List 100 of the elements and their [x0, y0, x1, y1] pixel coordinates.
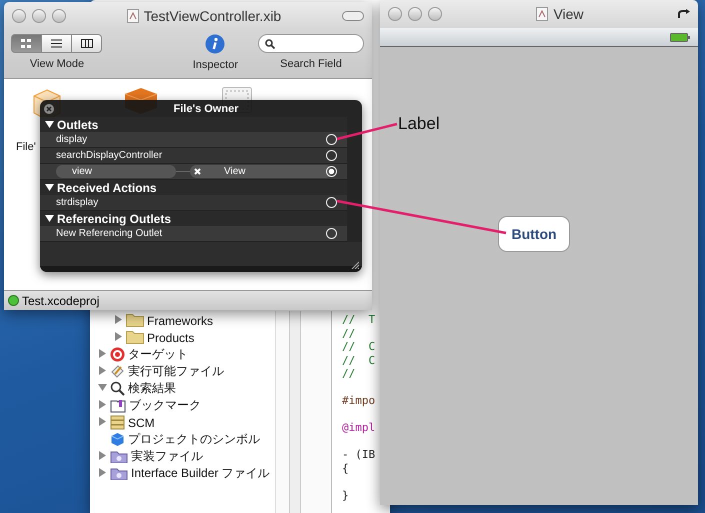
code-line: // T	[342, 313, 376, 326]
target-label: View	[224, 166, 246, 177]
battery-icon	[670, 32, 690, 42]
code-line: //	[342, 326, 356, 340]
columns-icon	[80, 39, 92, 48]
view-mode-button[interactable]	[71, 34, 102, 53]
document-icon	[536, 7, 548, 21]
tree-item[interactable]: ターゲット	[90, 346, 275, 363]
disclosure-triangle-icon	[45, 120, 54, 129]
disclosure-triangle-icon[interactable]	[114, 332, 123, 341]
label-text: Label	[398, 114, 440, 134]
scroll-bar[interactable]	[289, 311, 301, 513]
minimize-button[interactable]	[32, 9, 46, 23]
connection-line	[336, 122, 398, 140]
close-icon[interactable]	[44, 104, 54, 114]
disclosure-triangle-icon[interactable]	[98, 366, 107, 375]
connection-circle[interactable]	[326, 134, 337, 145]
gear-folder-icon	[110, 450, 128, 463]
rotate-arrow-icon[interactable]	[678, 9, 690, 19]
view-mode-button[interactable]	[41, 34, 72, 53]
status-text: Test.xcodeproj	[22, 294, 100, 308]
code-line: @impl	[342, 421, 376, 434]
window-title: View	[553, 6, 584, 22]
code-line: #impo	[342, 394, 376, 408]
toolbar-toggle-button[interactable]	[342, 11, 364, 21]
tree-item-label: SCM	[128, 416, 155, 430]
tree-item-label: プロジェクトのシンボル	[128, 431, 260, 448]
code-line: - (IB	[342, 448, 376, 462]
connection-circle[interactable]	[326, 228, 337, 239]
tree-item[interactable]: Frameworks	[90, 312, 275, 329]
section-header[interactable]: Received Actions	[40, 180, 347, 195]
database-icon	[110, 415, 125, 430]
disclosure-triangle-icon[interactable]	[98, 417, 107, 426]
disclosure-triangle-icon[interactable]	[98, 468, 107, 477]
tree-item[interactable]: ブックマーク	[90, 397, 275, 414]
tree-item[interactable]: Products	[90, 329, 275, 346]
cube-icon	[110, 432, 125, 447]
status-light-icon	[8, 295, 19, 306]
toolbar-label: Inspector	[192, 59, 238, 71]
toolbar-label: View Mode	[30, 58, 84, 70]
connection-circle[interactable]	[326, 166, 337, 177]
tree-item-label: ターゲット	[128, 346, 188, 363]
pencil-document-icon	[110, 364, 125, 379]
remove-icon[interactable]	[194, 168, 201, 175]
tree-item[interactable]: 実行可能ファイル	[90, 363, 275, 380]
connection-target[interactable]	[190, 165, 332, 178]
panel-title: File's Owner	[172, 102, 240, 114]
book-icon	[110, 398, 126, 412]
close-button[interactable]	[388, 7, 402, 21]
info-icon[interactable]	[205, 34, 226, 54]
gear-folder-icon	[110, 467, 128, 480]
window-title: TestViewController.xib	[144, 8, 282, 24]
outlet-name: searchDisplayController	[56, 150, 162, 161]
close-button[interactable]	[12, 9, 26, 23]
outlet-name: strdisplay	[56, 197, 98, 208]
disclosure-triangle-icon[interactable]	[98, 451, 107, 460]
zoom-button[interactable]	[52, 9, 66, 23]
icon-grid-icon	[21, 39, 32, 48]
tree-item[interactable]: 検索結果	[90, 380, 275, 397]
document-icon	[126, 9, 139, 23]
magnifier-icon	[110, 381, 125, 396]
folder-icon	[126, 314, 144, 327]
tree-item[interactable]: SCM	[90, 414, 275, 431]
tree-item[interactable]: プロジェクトのシンボル	[90, 431, 275, 448]
tree-item-label: 検索結果	[128, 380, 176, 397]
tree-item-label: 実装ファイル	[131, 448, 203, 465]
toolbar-label: Search Field	[280, 58, 342, 70]
disclosure-triangle-icon[interactable]	[98, 349, 107, 358]
connection-circle[interactable]	[326, 150, 337, 161]
section-header[interactable]: Outlets	[40, 117, 347, 132]
tree-item[interactable]: 実装ファイル	[90, 448, 275, 465]
minimize-button[interactable]	[408, 7, 422, 21]
zoom-button[interactable]	[428, 7, 442, 21]
code-line: // C	[342, 354, 376, 367]
code-line: }	[342, 488, 350, 502]
code-line: //	[342, 367, 356, 380]
disclosure-triangle-icon[interactable]	[98, 383, 107, 392]
outlet-name: display	[56, 134, 88, 145]
tree-item-label: ブックマーク	[129, 397, 201, 414]
code-line: {	[342, 462, 350, 475]
tree-item[interactable]: Interface Builder ファイル	[90, 465, 275, 482]
disclosure-triangle-icon[interactable]	[114, 315, 123, 324]
connection-circle[interactable]	[326, 197, 337, 208]
object-label: File'	[16, 141, 36, 153]
outlet-name: view	[56, 165, 176, 178]
disclosure-triangle-icon	[45, 214, 54, 223]
resize-grip-icon[interactable]	[351, 261, 359, 269]
search-icon	[265, 38, 275, 48]
list-icon	[51, 39, 62, 48]
folder-icon	[126, 331, 144, 344]
tree-item-label: Products	[147, 330, 194, 344]
section-header[interactable]: Referencing Outlets	[40, 211, 347, 226]
code-line: // C	[342, 340, 376, 354]
tree-item-label: Interface Builder ファイル	[131, 465, 270, 482]
disclosure-triangle-icon[interactable]	[98, 400, 107, 409]
search-field[interactable]	[258, 34, 364, 53]
ui-button[interactable]: Button	[498, 216, 570, 252]
tree-item-label: 実行可能ファイル	[128, 363, 224, 380]
outlet-name: New Referencing Outlet	[56, 228, 162, 239]
tree-item-label: Frameworks	[147, 314, 214, 328]
